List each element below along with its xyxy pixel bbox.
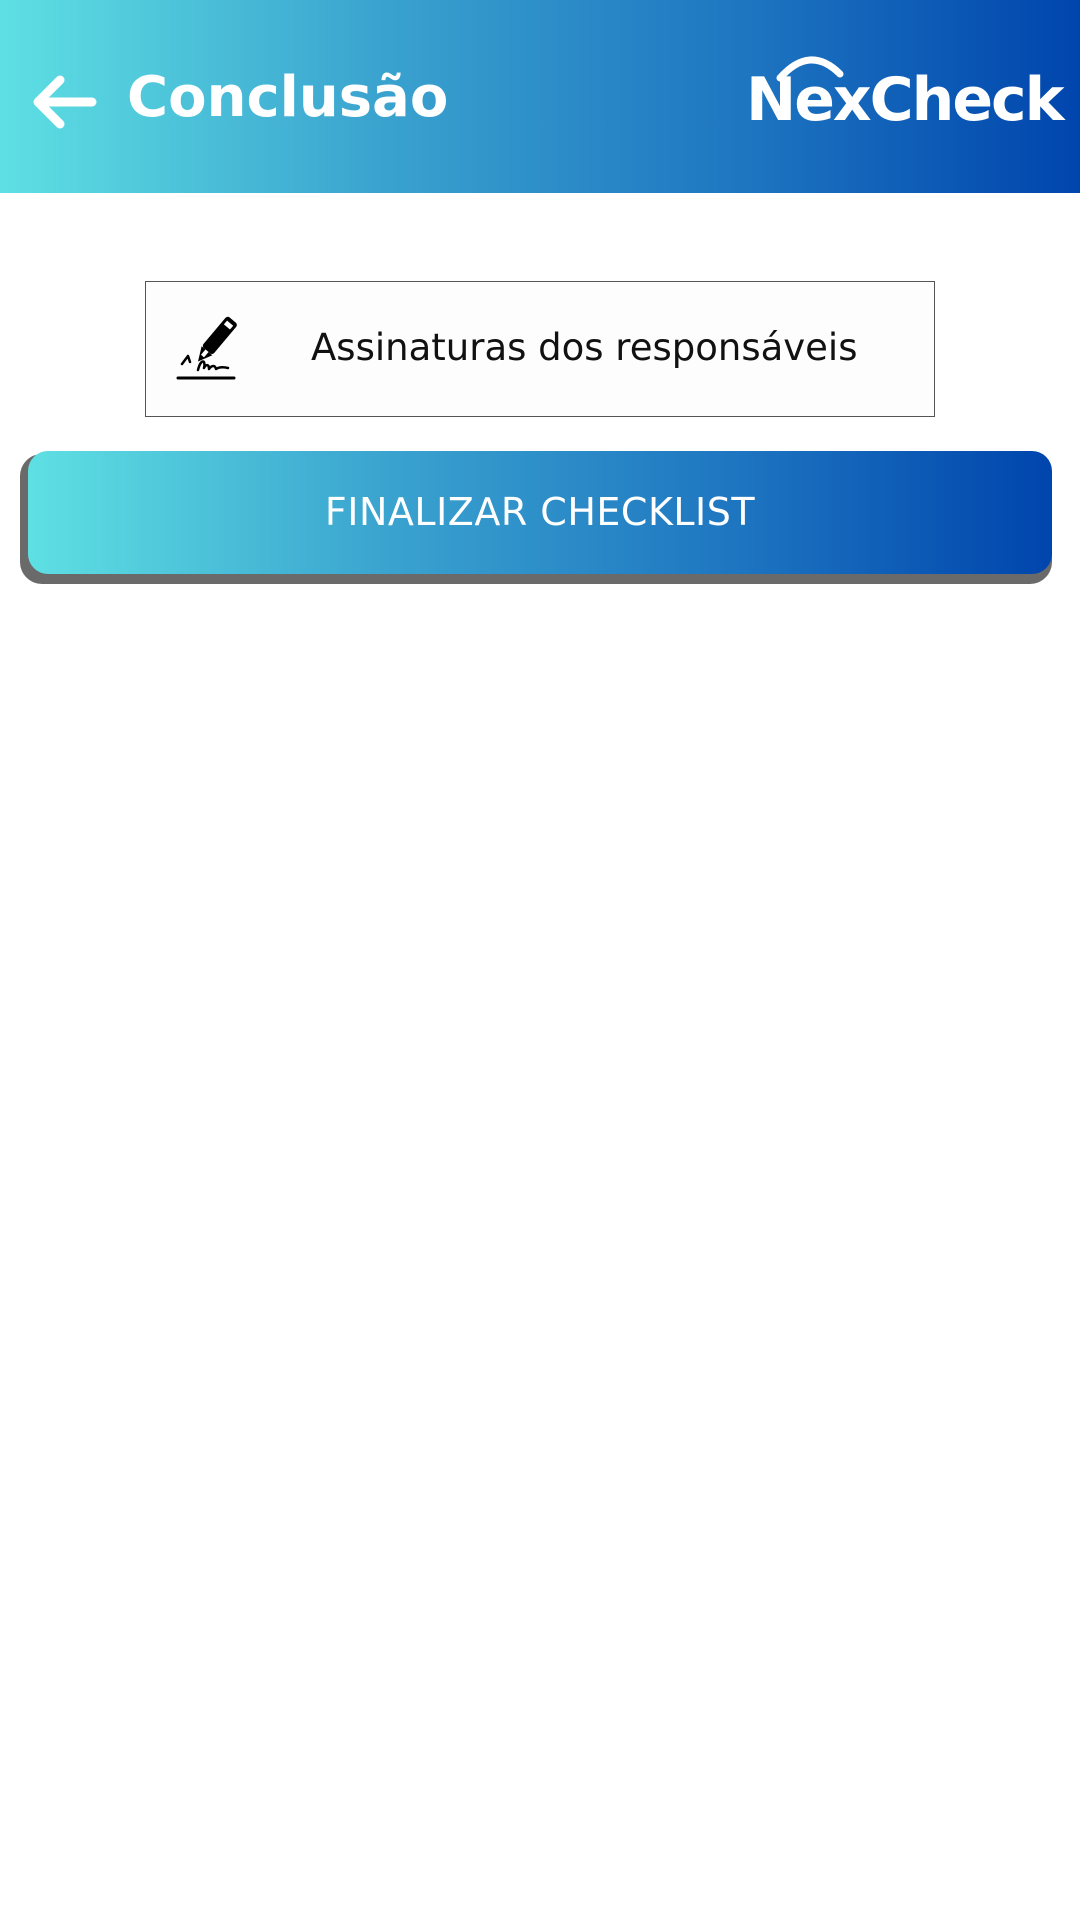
pen-signature-icon [176, 316, 237, 380]
brand-name: NexCheck [746, 65, 1065, 135]
finish-checklist-button[interactable]: FINALIZAR CHECKLIST [28, 451, 1052, 574]
brand-logo: NexCheck [746, 48, 1065, 135]
back-button[interactable] [26, 70, 98, 130]
signatures-label: Assinaturas dos responsáveis [311, 326, 858, 369]
signatures-card[interactable]: Assinaturas dos responsáveis [145, 281, 935, 417]
app-header: Conclusão NexCheck [0, 0, 1080, 193]
page-title: Conclusão [127, 65, 449, 130]
arrow-left-icon [33, 75, 97, 129]
